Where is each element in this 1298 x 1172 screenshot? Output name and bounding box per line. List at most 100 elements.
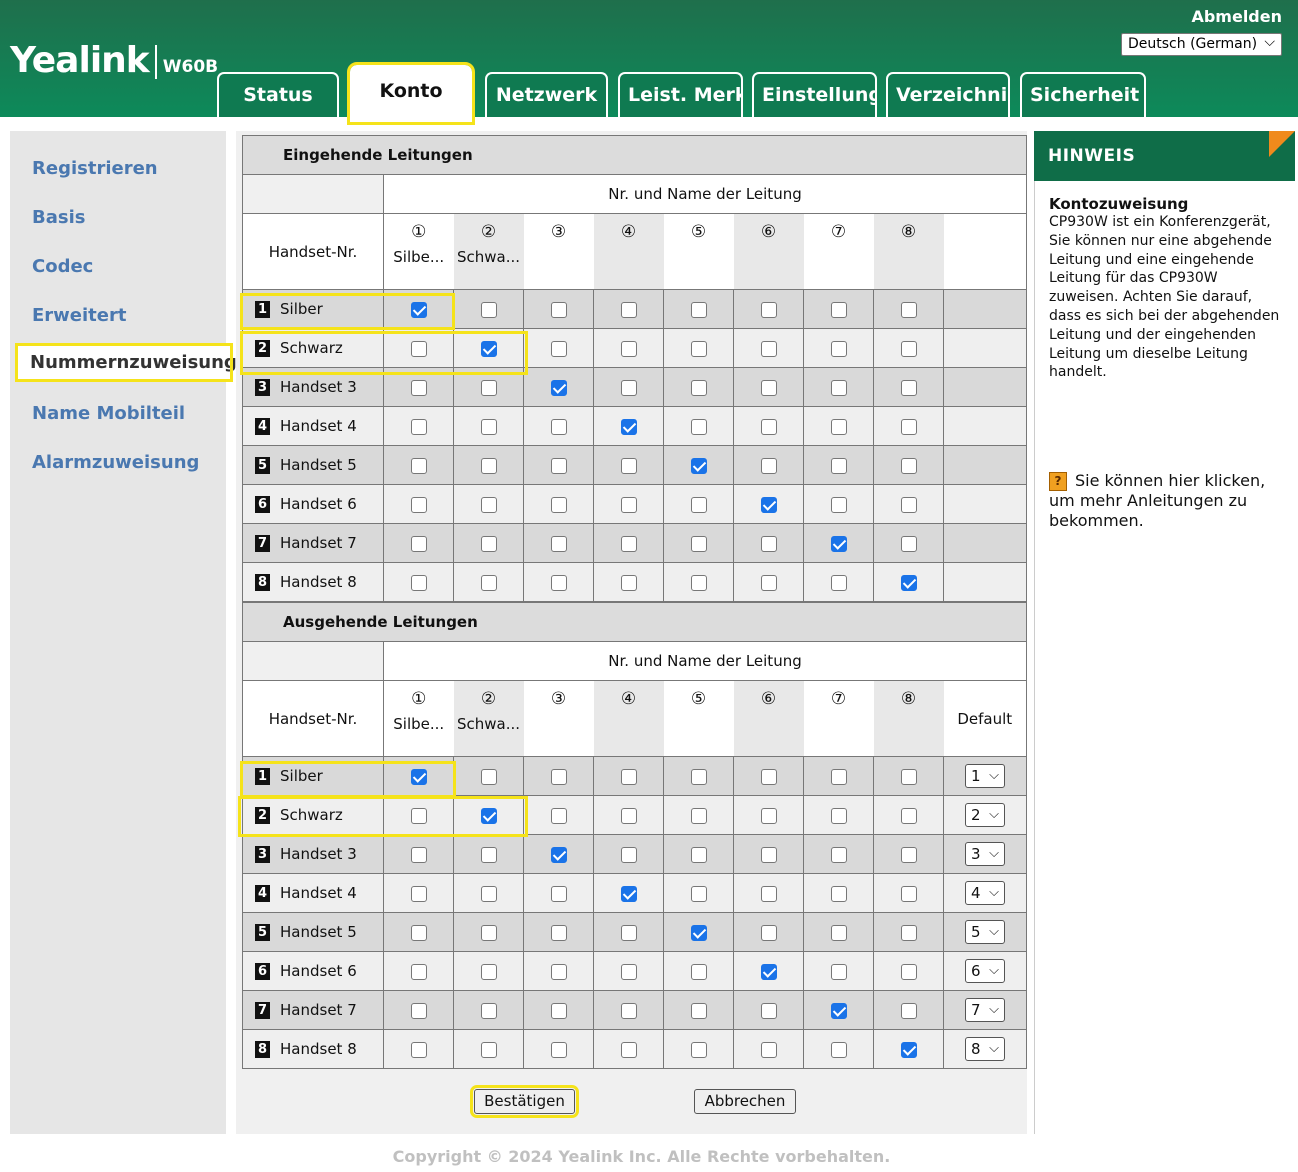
line-checkbox[interactable] <box>620 885 637 902</box>
help-link[interactable]: ? Sie können hier klicken, um mehr Anleit… <box>1049 471 1285 531</box>
line-checkbox[interactable] <box>760 963 777 980</box>
line-checkbox[interactable] <box>690 418 707 435</box>
line-checkbox[interactable] <box>900 340 917 357</box>
tab-netzwerk[interactable]: Netzwerk <box>485 72 608 117</box>
line-checkbox[interactable] <box>550 379 567 396</box>
line-checkbox[interactable] <box>620 768 637 785</box>
line-checkbox[interactable] <box>410 301 427 318</box>
line-checkbox[interactable] <box>620 379 637 396</box>
sidebar-item-basis[interactable]: Basis <box>32 207 85 228</box>
line-checkbox[interactable] <box>410 924 427 941</box>
default-line-select[interactable]: 4 ⌵ <box>965 881 1005 905</box>
line-checkbox[interactable] <box>550 963 567 980</box>
line-checkbox[interactable] <box>480 846 497 863</box>
line-checkbox[interactable] <box>830 418 847 435</box>
line-checkbox[interactable] <box>480 768 497 785</box>
sidebar-item-erweitert[interactable]: Erweitert <box>32 305 126 326</box>
tab-leist-merk[interactable]: Leist. Merk <box>618 72 743 117</box>
default-line-select[interactable]: 1 ⌵ <box>965 764 1005 788</box>
line-checkbox[interactable] <box>760 301 777 318</box>
line-checkbox[interactable] <box>760 1002 777 1019</box>
line-checkbox[interactable] <box>620 301 637 318</box>
line-checkbox[interactable] <box>900 885 917 902</box>
line-checkbox[interactable] <box>690 1041 707 1058</box>
tab-konto[interactable]: Konto <box>347 62 475 125</box>
line-checkbox[interactable] <box>550 885 567 902</box>
line-checkbox[interactable] <box>480 340 497 357</box>
line-checkbox[interactable] <box>620 457 637 474</box>
line-checkbox[interactable] <box>900 846 917 863</box>
line-checkbox[interactable] <box>690 496 707 513</box>
line-checkbox[interactable] <box>620 807 637 824</box>
line-checkbox[interactable] <box>620 418 637 435</box>
line-checkbox[interactable] <box>410 768 427 785</box>
line-checkbox[interactable] <box>550 807 567 824</box>
line-checkbox[interactable] <box>480 418 497 435</box>
line-checkbox[interactable] <box>760 457 777 474</box>
line-checkbox[interactable] <box>900 768 917 785</box>
line-checkbox[interactable] <box>830 301 847 318</box>
line-checkbox[interactable] <box>760 807 777 824</box>
line-checkbox[interactable] <box>550 1041 567 1058</box>
line-checkbox[interactable] <box>550 924 567 941</box>
line-checkbox[interactable] <box>900 1002 917 1019</box>
line-checkbox[interactable] <box>690 924 707 941</box>
line-checkbox[interactable] <box>830 379 847 396</box>
sidebar-item-registrieren[interactable]: Registrieren <box>32 158 158 179</box>
line-checkbox[interactable] <box>410 1041 427 1058</box>
line-checkbox[interactable] <box>900 574 917 591</box>
line-checkbox[interactable] <box>690 340 707 357</box>
line-checkbox[interactable] <box>550 1002 567 1019</box>
line-checkbox[interactable] <box>690 574 707 591</box>
line-checkbox[interactable] <box>830 963 847 980</box>
line-checkbox[interactable] <box>900 924 917 941</box>
sidebar-item-nummernzuweisung[interactable]: Nummernzuweisung <box>15 343 237 382</box>
line-checkbox[interactable] <box>410 496 427 513</box>
line-checkbox[interactable] <box>620 846 637 863</box>
line-checkbox[interactable] <box>760 535 777 552</box>
line-checkbox[interactable] <box>690 379 707 396</box>
line-checkbox[interactable] <box>480 301 497 318</box>
line-checkbox[interactable] <box>760 574 777 591</box>
line-checkbox[interactable] <box>620 340 637 357</box>
default-line-select[interactable]: 5 ⌵ <box>965 920 1005 944</box>
tab-status[interactable]: Status <box>217 72 339 117</box>
line-checkbox[interactable] <box>480 963 497 980</box>
sidebar-item-name-mobilteil[interactable]: Name Mobilteil <box>32 403 185 424</box>
line-checkbox[interactable] <box>690 885 707 902</box>
line-checkbox[interactable] <box>410 846 427 863</box>
default-line-select[interactable]: 2 ⌵ <box>965 803 1005 827</box>
line-checkbox[interactable] <box>900 807 917 824</box>
line-checkbox[interactable] <box>620 574 637 591</box>
line-checkbox[interactable] <box>830 885 847 902</box>
line-checkbox[interactable] <box>830 768 847 785</box>
line-checkbox[interactable] <box>410 535 427 552</box>
line-checkbox[interactable] <box>830 574 847 591</box>
line-checkbox[interactable] <box>760 885 777 902</box>
line-checkbox[interactable] <box>550 496 567 513</box>
line-checkbox[interactable] <box>480 924 497 941</box>
line-checkbox[interactable] <box>410 807 427 824</box>
line-checkbox[interactable] <box>900 963 917 980</box>
line-checkbox[interactable] <box>760 379 777 396</box>
default-line-select[interactable]: 3 ⌵ <box>965 842 1005 866</box>
line-checkbox[interactable] <box>760 418 777 435</box>
line-checkbox[interactable] <box>760 924 777 941</box>
line-checkbox[interactable] <box>900 379 917 396</box>
line-checkbox[interactable] <box>480 379 497 396</box>
line-checkbox[interactable] <box>550 457 567 474</box>
line-checkbox[interactable] <box>410 457 427 474</box>
line-checkbox[interactable] <box>620 1002 637 1019</box>
line-checkbox[interactable] <box>480 457 497 474</box>
line-checkbox[interactable] <box>480 535 497 552</box>
line-checkbox[interactable] <box>480 1002 497 1019</box>
line-checkbox[interactable] <box>690 535 707 552</box>
line-checkbox[interactable] <box>480 574 497 591</box>
confirm-button[interactable]: Bestätigen <box>470 1085 579 1118</box>
language-select[interactable]: Deutsch (German) ⌵ <box>1121 33 1282 56</box>
line-checkbox[interactable] <box>410 1002 427 1019</box>
line-checkbox[interactable] <box>830 846 847 863</box>
line-checkbox[interactable] <box>900 301 917 318</box>
line-checkbox[interactable] <box>620 963 637 980</box>
line-checkbox[interactable] <box>690 807 707 824</box>
